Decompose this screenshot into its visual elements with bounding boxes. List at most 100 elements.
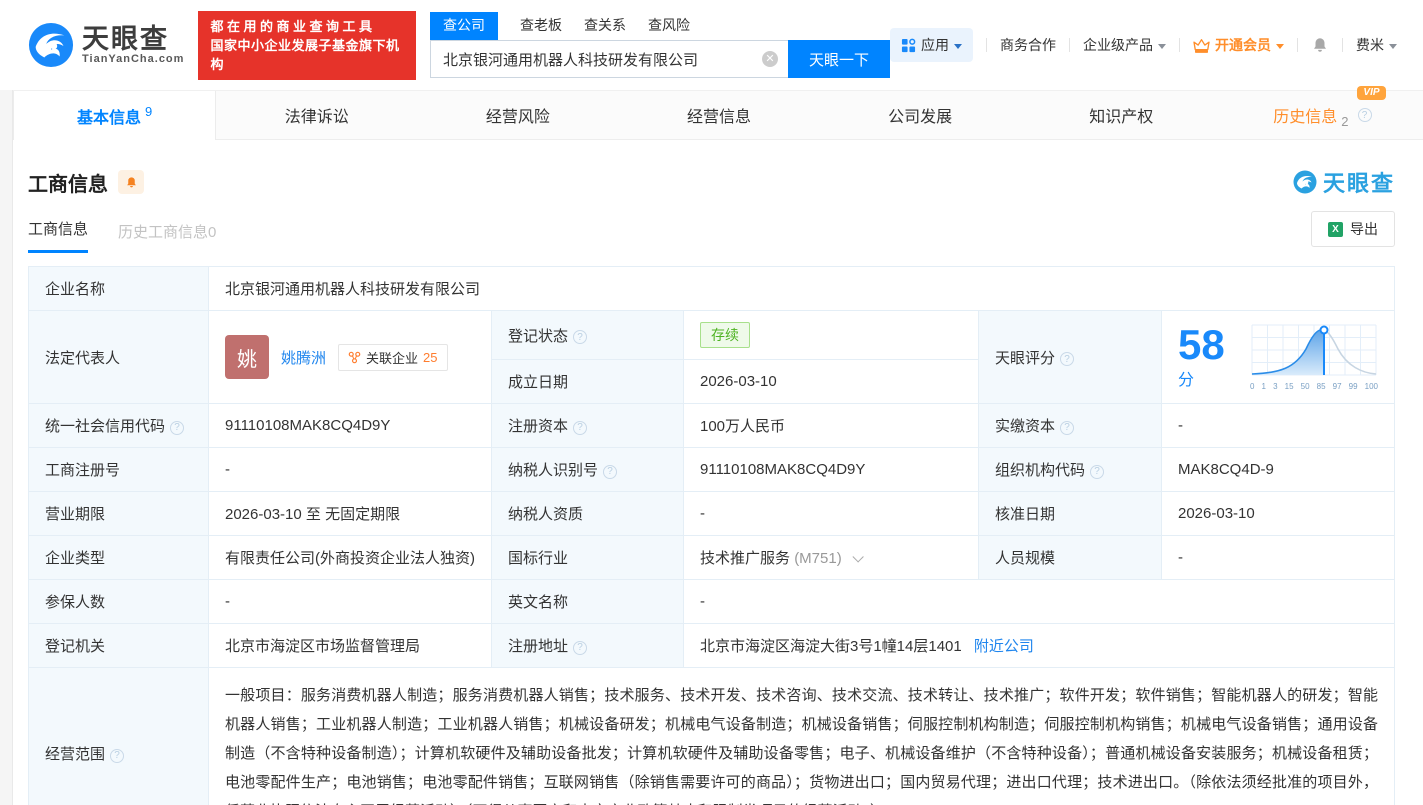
user-menu[interactable]: 费米 bbox=[1356, 35, 1397, 55]
field-value: - bbox=[1161, 535, 1395, 580]
promo-banner: 都在用的商业查询工具 国家中小企业发展子基金旗下机构 bbox=[198, 10, 416, 80]
open-vip-menu[interactable]: 开通会员 bbox=[1193, 35, 1284, 55]
divider bbox=[1069, 38, 1070, 52]
chevron-down-icon[interactable] bbox=[852, 551, 864, 563]
top-header: 天眼查 TianYanCha.com 都在用的商业查询工具 国家中小企业发展子基… bbox=[0, 0, 1423, 90]
tab-label: 知识产权 bbox=[1089, 109, 1154, 126]
export-label: 导出 bbox=[1350, 221, 1378, 237]
tab-history-info[interactable]: VIP 历史信息 2 ? bbox=[1222, 86, 1423, 139]
tab-label: 公司发展 bbox=[888, 109, 953, 126]
help-icon[interactable]: ? bbox=[170, 420, 185, 435]
tab-count: 2 bbox=[1341, 114, 1349, 129]
tab-company-development[interactable]: 公司发展 bbox=[820, 91, 1021, 139]
subtab-bar: 工商信息 历史工商信息0 X 导出 bbox=[28, 211, 1395, 253]
vip-badge: VIP bbox=[1357, 86, 1386, 100]
related-label: 关联企业 bbox=[366, 350, 419, 366]
enterprise-product-menu[interactable]: 企业级产品 bbox=[1083, 35, 1166, 55]
help-icon[interactable]: ? bbox=[573, 330, 588, 344]
search-button[interactable]: 天眼一下 bbox=[788, 40, 890, 78]
field-label: 注册资本? bbox=[491, 403, 684, 448]
search-tab-company[interactable]: 查公司 bbox=[430, 12, 498, 40]
search-tab-boss[interactable]: 查老板 bbox=[520, 12, 562, 40]
divider bbox=[1297, 38, 1298, 52]
tianyancha-logo[interactable]: 天眼查 TianYanCha.com bbox=[28, 22, 184, 68]
watermark-text: 天眼查 bbox=[1322, 171, 1395, 196]
tab-label: 经营信息 bbox=[686, 109, 751, 126]
address-text: 北京市海淀区海淀大街3号1幢14层1401 bbox=[700, 638, 962, 655]
username-label: 费米 bbox=[1356, 37, 1384, 53]
score-cell: 58分 0 1 3 15 50 85 97 99 100 bbox=[1161, 310, 1395, 404]
logo-eye-icon bbox=[28, 22, 74, 68]
search-tab-risk[interactable]: 查风险 bbox=[648, 12, 690, 40]
export-button[interactable]: X 导出 bbox=[1311, 211, 1395, 247]
open-vip-label: 开通会员 bbox=[1215, 37, 1271, 53]
tab-operating-info[interactable]: 经营信息 bbox=[618, 91, 819, 139]
apps-menu[interactable]: 应用 bbox=[890, 28, 973, 62]
company-nav-tabs: 基本信息 9 法律诉讼 经营风险 经营信息 公司发展 知识产权 VIP 历史信息… bbox=[13, 86, 1423, 140]
tab-basic-info[interactable]: 基本信息 9 bbox=[13, 91, 217, 140]
row-insured-count: 参保人数 - 英文名称 - bbox=[28, 579, 1395, 624]
apps-label: 应用 bbox=[921, 37, 949, 53]
subtab-history-business-info[interactable]: 历史工商信息0 bbox=[118, 221, 216, 253]
notifications-button[interactable] bbox=[1311, 36, 1329, 54]
help-icon[interactable]: ? bbox=[603, 464, 618, 479]
tab-operating-risk[interactable]: 经营风险 bbox=[417, 91, 618, 139]
tianyancha-watermark: 天眼查 bbox=[1293, 166, 1395, 198]
search-input[interactable] bbox=[430, 40, 788, 78]
field-label: 实缴资本? bbox=[978, 403, 1162, 448]
field-value: - bbox=[683, 579, 1395, 624]
search-tab-relation[interactable]: 查关系 bbox=[584, 12, 626, 40]
help-icon[interactable]: ? bbox=[573, 640, 588, 655]
field-value: 技术推广服务 (M751) bbox=[683, 535, 979, 580]
field-label: 统一社会信用代码? bbox=[28, 403, 209, 448]
subtab-business-info[interactable]: 工商信息 bbox=[28, 218, 89, 253]
help-icon[interactable]: ? bbox=[1060, 420, 1075, 435]
divider bbox=[1179, 38, 1180, 52]
monitor-bell-button[interactable] bbox=[118, 170, 144, 194]
field-label: 企业类型 bbox=[28, 535, 209, 580]
business-coop-label: 商务合作 bbox=[1000, 37, 1056, 53]
brand-name: 天眼查 bbox=[82, 24, 169, 54]
help-icon[interactable]: ? bbox=[110, 748, 125, 763]
nearby-companies-link[interactable]: 附近公司 bbox=[974, 638, 1034, 655]
crown-icon bbox=[1193, 38, 1210, 53]
promo-line2: 国家中小企业发展子基金旗下机构 bbox=[210, 37, 400, 72]
field-label: 纳税人识别号? bbox=[491, 447, 684, 492]
related-count: 25 bbox=[423, 349, 438, 365]
row-reg-authority: 登记机关 北京市海淀区市场监督管理局 注册地址? 北京市海淀区海淀大街3号1幢1… bbox=[28, 623, 1395, 668]
tab-label: 基本信息 bbox=[76, 109, 141, 127]
help-icon[interactable]: ? bbox=[1357, 108, 1372, 122]
enterprise-product-label: 企业级产品 bbox=[1083, 37, 1153, 53]
tab-intellectual-property[interactable]: 知识产权 bbox=[1021, 91, 1222, 139]
field-value: 2026-03-10 至 无固定期限 bbox=[208, 491, 492, 536]
field-label: 登记状态? bbox=[491, 310, 684, 360]
business-coop-link[interactable]: 商务合作 bbox=[1000, 35, 1056, 55]
legal-rep-link[interactable]: 姚腾洲 bbox=[281, 347, 326, 368]
tab-label: 经营风险 bbox=[485, 109, 550, 126]
field-value: 一般项目：服务消费机器人制造；服务消费机器人销售；技术服务、技术开发、技术咨询、… bbox=[208, 667, 1395, 805]
row-business-term: 营业期限 2026-03-10 至 无固定期限 纳税人资质 - 核准日期 202… bbox=[28, 491, 1395, 536]
field-value: 100万人民币 bbox=[683, 403, 979, 448]
field-value: 北京市海淀区市场监督管理局 bbox=[208, 623, 492, 668]
field-label: 登记机关 bbox=[28, 623, 209, 668]
avatar[interactable]: 姚 bbox=[225, 335, 269, 379]
field-label: 法定代表人 bbox=[28, 310, 209, 404]
help-icon[interactable]: ? bbox=[1090, 464, 1105, 479]
tab-legal-proceedings[interactable]: 法律诉讼 bbox=[216, 91, 417, 139]
score-unit: 分 bbox=[1178, 372, 1195, 389]
bell-icon bbox=[1314, 38, 1326, 52]
logo-eye-icon bbox=[1293, 170, 1317, 194]
score-axis-labels: 01 3 15 50 85 97 99 100 bbox=[1250, 382, 1378, 391]
help-icon[interactable]: ? bbox=[573, 420, 588, 435]
help-icon[interactable]: ? bbox=[1060, 352, 1075, 366]
field-label: 纳税人资质 bbox=[491, 491, 684, 536]
excel-icon: X bbox=[1328, 221, 1343, 237]
clear-search-icon[interactable]: ✕ bbox=[762, 51, 778, 67]
apps-grid-icon bbox=[901, 38, 916, 52]
legal-rep-cell: 姚 姚腾洲 关联企业 25 bbox=[208, 310, 492, 404]
bell-icon bbox=[126, 176, 136, 187]
related-companies-badge[interactable]: 关联企业 25 bbox=[338, 343, 448, 371]
tab-label: 历史信息 bbox=[1273, 109, 1338, 126]
business-info-table: 企业名称 北京银河通用机器人科技研发有限公司 法定代表人 姚 姚腾洲 关联企业 … bbox=[28, 266, 1395, 805]
header-menu: 应用 商务合作 企业级产品 开通会员 费米 bbox=[890, 28, 1397, 62]
